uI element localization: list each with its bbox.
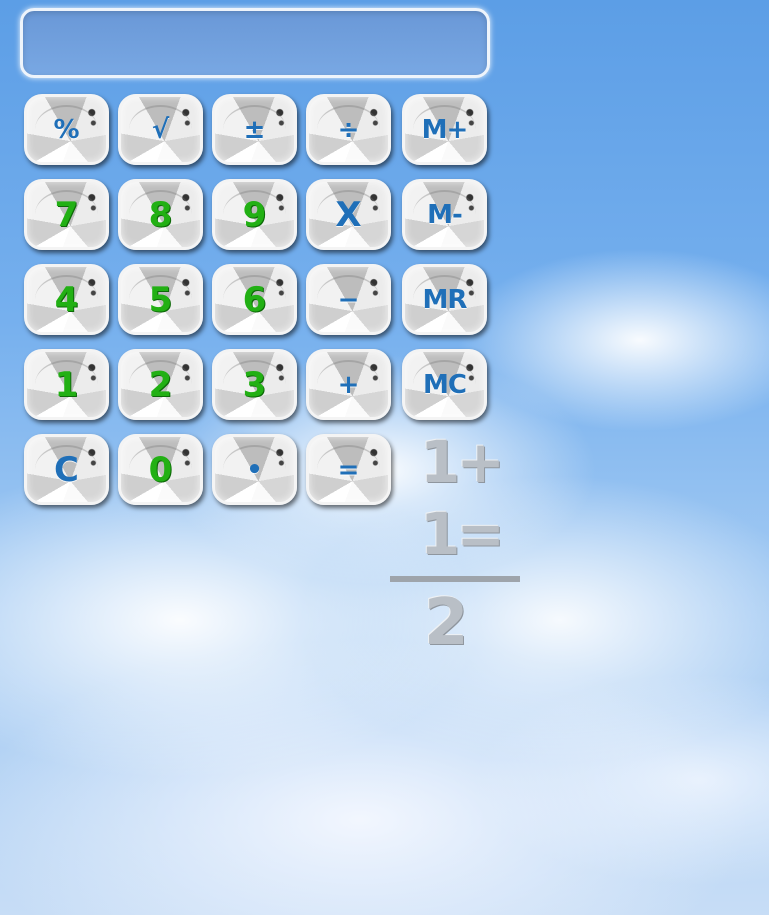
memory-subtract-key[interactable]: M- [402, 179, 487, 250]
logo-result: 2 [424, 586, 469, 660]
plus-minus-key[interactable]: ± [212, 94, 297, 165]
digit-3-key[interactable]: 3 [212, 349, 297, 420]
decimal-key-label: • [246, 454, 263, 485]
memory-recall-key-label: MR [422, 284, 468, 315]
logo-line-2: 1= [420, 500, 505, 568]
multiply-key[interactable]: X [306, 179, 391, 250]
digit-9-key-label: 9 [242, 194, 267, 235]
sqrt-key[interactable]: √ [118, 94, 203, 165]
equals-key-label: = [337, 454, 360, 485]
memory-add-key-label: M+ [421, 114, 469, 145]
digit-4-key[interactable]: 4 [24, 264, 109, 335]
memory-add-key[interactable]: M+ [402, 94, 487, 165]
digit-5-key-label: 5 [148, 279, 173, 320]
digit-0-key-label: 0 [148, 449, 173, 490]
decimal-key[interactable]: • [212, 434, 297, 505]
minus-key-label: − [337, 284, 360, 315]
multiply-key-label: X [335, 194, 362, 235]
logo-divider [390, 576, 520, 582]
digit-2-key[interactable]: 2 [118, 349, 203, 420]
memory-clear-key[interactable]: MC [402, 349, 487, 420]
clear-key[interactable]: C [24, 434, 109, 505]
digit-6-key-label: 6 [242, 279, 267, 320]
plus-key-label: + [337, 369, 360, 400]
digit-8-key-label: 8 [148, 194, 173, 235]
digit-9-key[interactable]: 9 [212, 179, 297, 250]
minus-key[interactable]: − [306, 264, 391, 335]
clear-key-label: C [54, 449, 79, 490]
memory-recall-key[interactable]: MR [402, 264, 487, 335]
digit-5-key[interactable]: 5 [118, 264, 203, 335]
digit-4-key-label: 4 [54, 279, 79, 320]
digit-8-key[interactable]: 8 [118, 179, 203, 250]
digit-7-key[interactable]: 7 [24, 179, 109, 250]
digit-0-key[interactable]: 0 [118, 434, 203, 505]
memory-clear-key-label: MC [423, 369, 467, 400]
digit-1-key-label: 1 [54, 364, 79, 405]
digit-3-key-label: 3 [242, 364, 267, 405]
plus-minus-key-label: ± [243, 114, 266, 145]
divide-key[interactable]: ÷ [306, 94, 391, 165]
divide-key-label: ÷ [337, 114, 360, 145]
digit-1-key[interactable]: 1 [24, 349, 109, 420]
sqrt-key-label: √ [151, 114, 170, 145]
plus-key[interactable]: + [306, 349, 391, 420]
equals-key[interactable]: = [306, 434, 391, 505]
logo-line-1: 1+ [420, 428, 505, 496]
digit-2-key-label: 2 [148, 364, 173, 405]
calculator-display [20, 8, 490, 78]
digit-7-key-label: 7 [54, 194, 79, 235]
memory-subtract-key-label: M- [427, 199, 463, 230]
percent-key[interactable]: % [24, 94, 109, 165]
digit-6-key[interactable]: 6 [212, 264, 297, 335]
percent-key-label: % [53, 114, 80, 145]
